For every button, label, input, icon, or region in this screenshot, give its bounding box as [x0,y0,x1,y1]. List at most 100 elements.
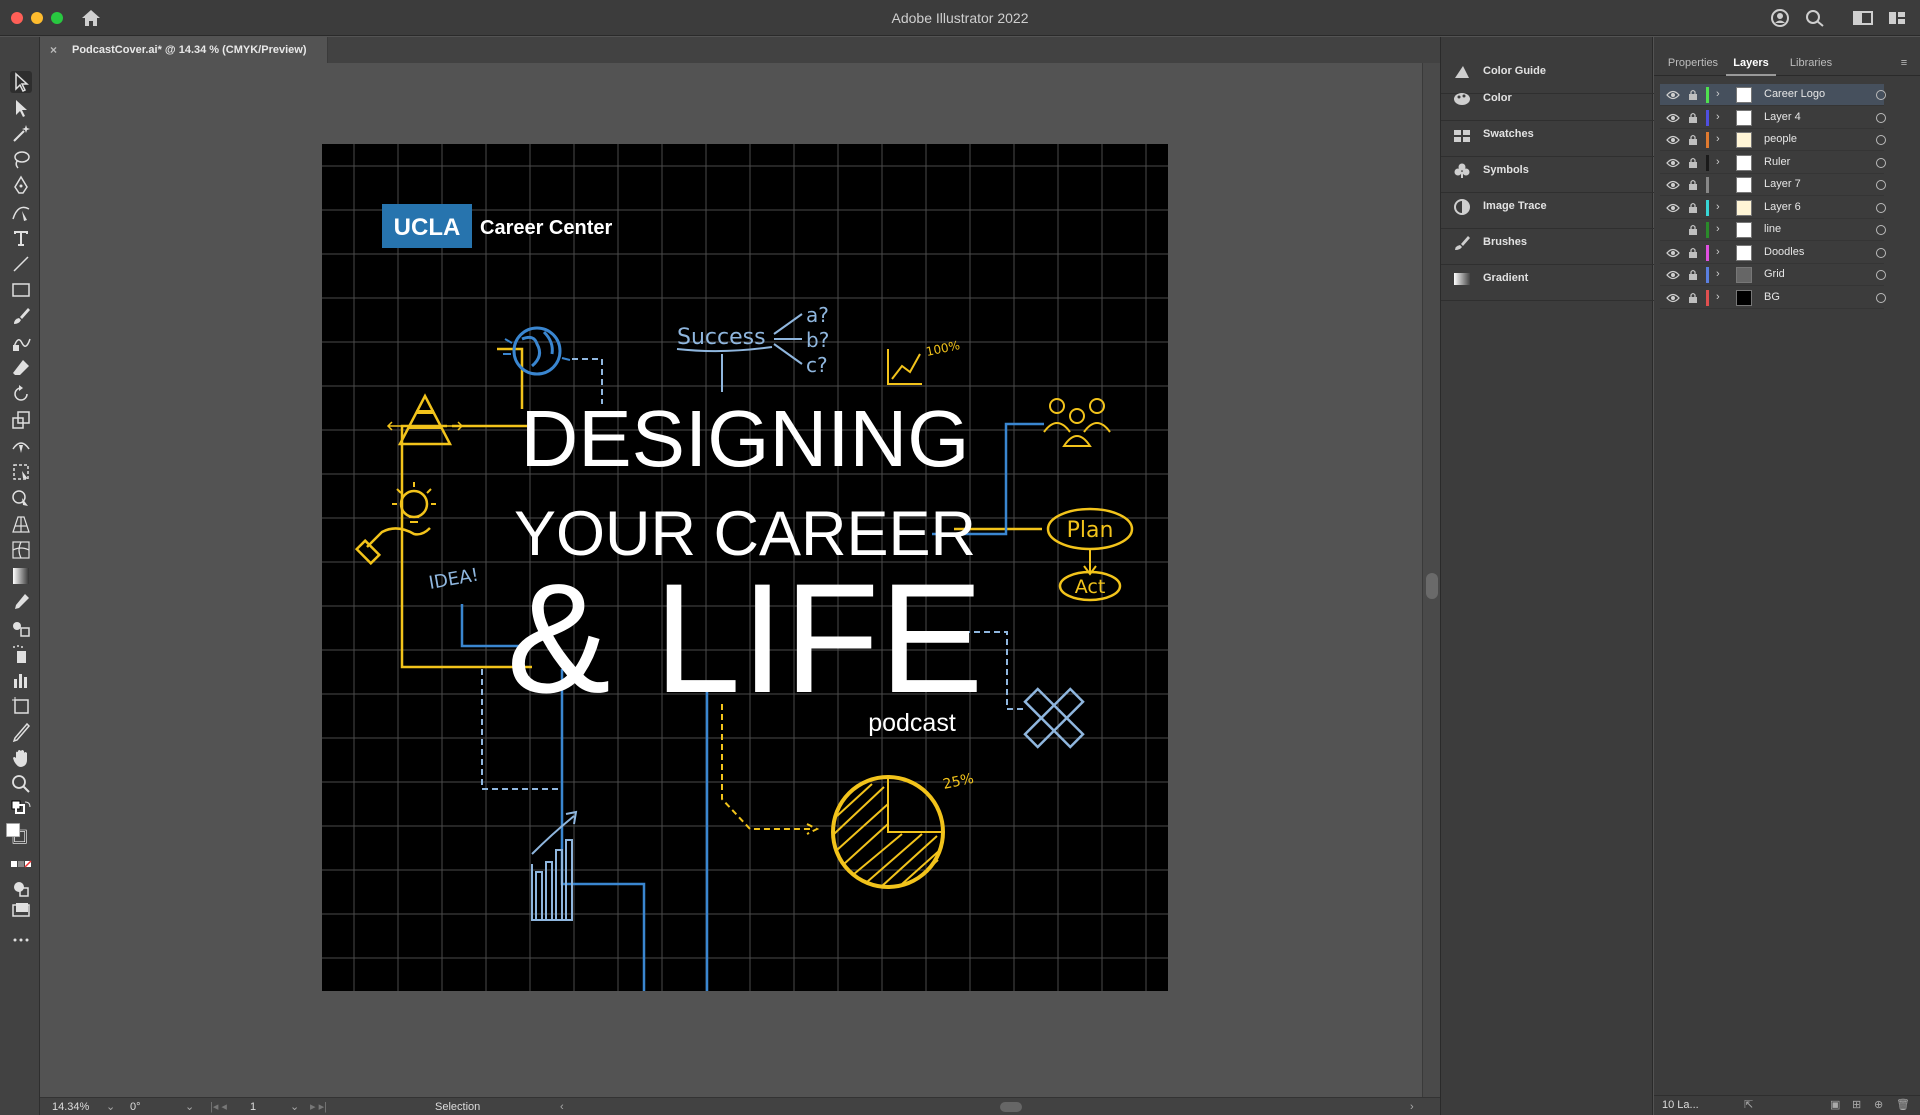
clipping-mask-icon[interactable]: ▣ [1830,1098,1840,1111]
lock-icon[interactable] [1688,134,1698,146]
layer-name[interactable]: line [1764,223,1781,235]
rotation-dropdown-icon[interactable]: ⌄ [185,1100,194,1115]
layer-name[interactable]: Layer 4 [1764,111,1801,123]
visibility-eye-icon[interactable] [1666,89,1680,101]
canvas-area[interactable]: UCLA Career Center DESIGNING YOUR CAREER… [40,63,1422,1101]
layer-name[interactable]: people [1764,133,1797,145]
lasso-tool-icon[interactable] [10,149,32,171]
last-artboard-icon[interactable]: ▸ ▸| [310,1100,327,1115]
status-menu-icon[interactable]: ‹ [560,1100,564,1115]
lock-icon[interactable] [1688,247,1698,259]
trash-icon[interactable]: 🗑 [1896,1098,1910,1111]
eyedropper-tool-icon[interactable] [10,591,32,613]
document-tab[interactable]: × PodcastCover.ai* @ 14.34 % (CMYK/Previ… [40,37,328,63]
expand-chevron-icon[interactable]: › [1716,111,1720,123]
expand-chevron-icon[interactable]: › [1716,291,1720,303]
paintbrush-tool-icon[interactable] [10,305,32,327]
horizontal-scrollbar-thumb[interactable] [1000,1102,1022,1112]
target-circle-icon[interactable] [1876,90,1886,100]
lock-icon[interactable] [1688,269,1698,281]
layer-row[interactable]: › Grid [1660,264,1886,286]
lock-icon[interactable] [1688,292,1698,304]
search-icon[interactable] [1804,8,1826,28]
shaper-tool-icon[interactable] [10,331,32,353]
shape-builder-tool-icon[interactable] [10,487,32,509]
lock-icon[interactable] [1688,224,1698,236]
new-layer-icon[interactable]: ⊕ [1874,1098,1883,1111]
symbol-sprayer-tool-icon[interactable] [10,643,32,665]
layer-name[interactable]: Career Logo [1764,88,1825,100]
draw-mode-icon[interactable] [10,877,32,899]
target-circle-icon[interactable] [1876,112,1886,123]
zoom-dropdown-icon[interactable]: ⌄ [106,1100,115,1115]
layer-name[interactable]: Doodles [1764,246,1804,258]
expand-chevron-icon[interactable]: › [1716,156,1720,168]
visibility-eye-icon[interactable] [1666,202,1680,214]
expand-chevron-icon[interactable]: › [1716,133,1720,145]
layer-row[interactable]: › Layer 4 [1660,107,1886,129]
arrange-documents-icon[interactable] [1886,8,1908,28]
panel-menu-icon[interactable]: ≡ [1894,50,1914,76]
zoom-tool-icon[interactable] [10,773,32,795]
gradient-tool-icon[interactable] [10,565,32,587]
lock-icon[interactable] [1688,157,1698,169]
width-tool-icon[interactable] [10,435,32,457]
more-tools-icon[interactable] [10,929,32,951]
eraser-tool-icon[interactable] [10,357,32,379]
selection-tool-icon[interactable] [10,71,32,93]
zoom-window-button[interactable] [51,12,63,24]
layer-row[interactable]: › people [1660,129,1886,151]
curvature-tool-icon[interactable] [10,201,32,223]
zoom-level-field[interactable]: 14.34% [52,1100,112,1115]
layer-name[interactable]: Ruler [1764,156,1790,168]
scrollbar-thumb[interactable] [1426,573,1438,599]
lock-icon[interactable] [1688,179,1698,191]
new-sublayer-icon[interactable]: ⊞ [1852,1098,1861,1111]
hand-tool-icon[interactable] [10,747,32,769]
close-window-button[interactable] [11,12,23,24]
target-circle-icon[interactable] [1876,180,1886,190]
slice-tool-icon[interactable] [10,721,32,743]
expand-chevron-icon[interactable]: › [1716,223,1720,235]
scale-tool-icon[interactable] [10,409,32,431]
home-icon[interactable] [80,8,102,28]
color-none-modes-icon[interactable] [10,855,32,877]
expand-chevron-icon[interactable]: › [1716,201,1720,213]
free-transform-tool-icon[interactable] [10,461,32,483]
layer-name[interactable]: Layer 7 [1764,178,1801,190]
visibility-toggle[interactable] [1666,224,1680,236]
expand-chevron-icon[interactable]: › [1716,88,1720,100]
visibility-eye-icon[interactable] [1666,112,1680,124]
target-circle-icon[interactable] [1876,247,1886,258]
column-graph-tool-icon[interactable] [10,669,32,691]
fill-stroke-swatch-icon[interactable] [5,822,35,852]
layer-row[interactable]: › BG [1660,287,1886,309]
rotate-tool-icon[interactable] [10,383,32,405]
canvas-vertical-scrollbar[interactable] [1422,63,1440,1097]
target-circle-icon[interactable] [1876,225,1886,235]
artboard-number-field[interactable]: 1 [250,1100,290,1115]
first-artboard-icon[interactable]: |◂ ◂ [210,1100,227,1115]
expand-chevron-icon[interactable]: › [1716,268,1720,280]
expand-chevron-icon[interactable]: › [1716,246,1720,258]
pen-tool-icon[interactable] [10,175,32,197]
close-tab-icon[interactable]: × [50,37,57,63]
target-circle-icon[interactable] [1876,157,1886,168]
visibility-eye-icon[interactable] [1666,134,1680,146]
target-circle-icon[interactable] [1876,202,1886,213]
artboard-dropdown-icon[interactable]: ⌄ [290,1100,299,1115]
layer-row[interactable]: › Layer 6 [1660,197,1886,219]
artboard[interactable]: UCLA Career Center DESIGNING YOUR CAREER… [322,144,1168,991]
visibility-eye-icon[interactable] [1666,247,1680,259]
direct-selection-tool-icon[interactable] [10,97,32,119]
panel-gradient[interactable]: Gradient [1441,257,1654,301]
layer-row[interactable]: › Career Logo [1660,84,1886,106]
line-tool-icon[interactable] [10,253,32,275]
visibility-eye-icon[interactable] [1666,292,1680,304]
workspace-switcher-icon[interactable] [1852,8,1874,28]
lock-icon[interactable] [1688,112,1698,124]
target-circle-icon[interactable] [1876,292,1886,303]
scroll-right-icon[interactable]: › [1410,1100,1414,1115]
tab-properties[interactable]: Properties [1662,50,1724,76]
target-circle-icon[interactable] [1876,135,1886,145]
